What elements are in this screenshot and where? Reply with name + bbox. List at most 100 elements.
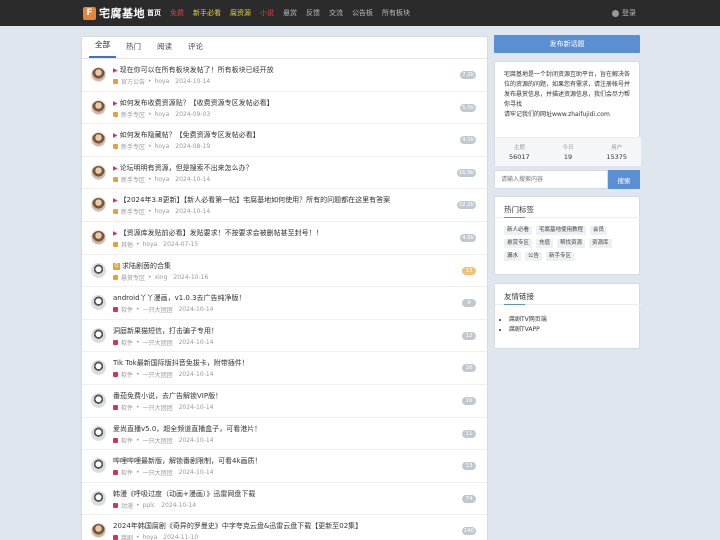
topic-author[interactable]: hoya	[155, 78, 170, 85]
tag-item[interactable]: 资源库	[589, 239, 612, 248]
topic-author[interactable]: 一只大团团	[143, 403, 173, 412]
avatar[interactable]	[91, 327, 106, 343]
tag-item[interactable]: 漏水	[504, 252, 522, 261]
topic-author[interactable]: hoya	[143, 534, 158, 540]
tag-item[interactable]: 宅腐基地使用教程	[536, 226, 587, 235]
avatar[interactable]	[91, 99, 106, 115]
topic-category[interactable]: 软件	[121, 305, 133, 314]
nav-item[interactable]: 交流	[329, 8, 343, 18]
tag-item[interactable]: 新手专区	[546, 252, 575, 261]
topic-author[interactable]: 一只大团团	[143, 468, 173, 477]
nav-item[interactable]: 首页	[147, 8, 161, 18]
topic-category[interactable]: 新手专区	[121, 110, 145, 119]
topic-title[interactable]: Q 求陆剧茵的合集	[113, 261, 171, 271]
tag-item[interactable]: 帮找资源	[557, 239, 586, 248]
avatar[interactable]	[91, 490, 106, 506]
topic-row[interactable]: 哔哩哔哩最新版，解锁番剧限制，可看4k画质！ 软件 • 一只大团团 2024-10-1…	[82, 450, 487, 483]
avatar[interactable]	[91, 262, 106, 278]
topic-category[interactable]: 官方公告	[121, 77, 145, 86]
topic-author[interactable]: hoya	[155, 143, 170, 150]
topic-title[interactable]: ▶ 论坛明明有资源，但是搜索不出来怎么办？	[113, 163, 253, 173]
login-link[interactable]: 登录	[612, 8, 636, 18]
topic-title[interactable]: 洞庭新果猫短信，打击骗子专用！	[113, 326, 218, 336]
tag-item[interactable]: 充值	[536, 239, 554, 248]
topic-title[interactable]: ▶ 如何发布收费资源贴？【收费资源专区发帖必看】	[113, 98, 274, 108]
search-button[interactable]: 搜索	[608, 170, 640, 189]
search-input[interactable]	[494, 170, 608, 189]
friend-link[interactable]: 腐剧TVAPP	[509, 325, 547, 335]
topic-category[interactable]: 软件	[121, 468, 133, 477]
topic-row[interactable]: Tik Tok最新国际版抖音免拔卡，附带插件！ 软件 • 一只大团团 2024-10-…	[82, 352, 487, 385]
topic-category[interactable]: 软件	[121, 370, 133, 379]
topic-author[interactable]: xing	[155, 274, 168, 281]
topic-row[interactable]: 洞庭新果猫短信，打击骗子专用！ 软件 • 一只大团团 2024-10-14 12	[82, 320, 487, 353]
topic-category[interactable]: 新手专区	[121, 207, 145, 216]
topic-title[interactable]: 爱尚直播v5.0，超全频道直播盒子，可看港片！	[113, 424, 261, 434]
avatar[interactable]	[91, 229, 106, 245]
topic-title-text[interactable]: android丫丫漫画，v1.0.3去广告纯净版！	[113, 294, 246, 302]
topic-row[interactable]: ▶ 【资源库发贴前必看】发贴要求！不按要求会被删帖甚至封号！！ 其他 • hoya 20…	[82, 222, 487, 255]
nav-item[interactable]: 腐资源	[230, 8, 251, 18]
topic-row[interactable]: android丫丫漫画，v1.0.3去广告纯净版！ 软件 • 一只大团团 2024-1…	[82, 287, 487, 320]
topic-category[interactable]: 新手专区	[121, 175, 145, 184]
new-topic-button[interactable]: 发布新话题	[494, 35, 640, 53]
topic-row[interactable]: 番茄免费小说，去广告解锁VIP版！ 软件 • 一只大团团 2024-10-14 16	[82, 385, 487, 418]
topic-title[interactable]: ▶ 【资源库发贴前必看】发贴要求！不按要求会被删帖甚至封号！！	[113, 228, 323, 238]
topic-title[interactable]: ▶ 现在你可以在所有板块发帖了！所有板块已经开放	[113, 65, 274, 75]
topic-author[interactable]: 一只大团团	[143, 436, 173, 445]
nav-item[interactable]: 新手必看	[193, 8, 221, 18]
topic-title-text[interactable]: 如何发布隐藏帖？【免费资源专区发帖必看】	[120, 131, 260, 139]
topic-title-text[interactable]: 爱尚直播v5.0，超全频道直播盒子，可看港片！	[113, 425, 261, 433]
nav-item[interactable]: 公告板	[352, 8, 373, 18]
topic-title[interactable]: ▶ 如何发布隐藏帖？【免费资源专区发帖必看】	[113, 130, 260, 140]
nav-item[interactable]: 悬赏	[283, 8, 297, 18]
topic-row[interactable]: 2024年韩国腐剧《奇异的罗曼史》中字夸克云盘&迅雷云盘下载【更新至02集】腐剧…	[82, 515, 487, 540]
topic-title-text[interactable]: 洞庭新果猫短信，打击骗子专用！	[113, 327, 218, 335]
topic-category[interactable]: 软件	[121, 436, 133, 445]
topic-category[interactable]: 腐剧	[121, 533, 133, 540]
topic-row[interactable]: Q 求陆剧茵的合集 悬赏专区 • xing 2024-10-16 13	[82, 255, 487, 288]
topic-row[interactable]: ▶ 【2024年3.8更新】【新人必看第一帖】宅腐基地如何使用？所有的问题都在这里…	[82, 189, 487, 222]
topic-title[interactable]: Tik Tok最新国际版抖音免拔卡，附带插件！	[113, 358, 249, 368]
topic-author[interactable]: hoya	[155, 208, 170, 215]
topic-title-text[interactable]: 韩漫《呼吸过度（动画+漫画）》迅雷网盘下载	[113, 490, 255, 498]
tab-item[interactable]: 评论	[182, 41, 209, 58]
topic-category[interactable]: 软件	[121, 338, 133, 347]
avatar[interactable]	[91, 523, 106, 539]
topic-title-text[interactable]: 论坛明明有资源，但是搜索不出来怎么办？	[120, 164, 253, 172]
avatar[interactable]	[91, 458, 106, 474]
topic-author[interactable]: hoya	[155, 111, 170, 118]
tag-item[interactable]: 新人必看	[504, 226, 533, 235]
avatar[interactable]	[91, 197, 106, 213]
tab-item[interactable]: 全部	[89, 39, 116, 58]
topic-author[interactable]: hoya	[155, 176, 170, 183]
topic-author[interactable]: hoya	[143, 241, 158, 248]
topic-title[interactable]: 哔哩哔哩最新版，解锁番剧限制，可看4k画质！	[113, 456, 262, 466]
topic-row[interactable]: ▶ 现在你可以在所有板块发帖了！所有板块已经开放 官方公告 • hoya 2024-10…	[82, 59, 487, 92]
avatar[interactable]	[91, 67, 106, 82]
tab-item[interactable]: 热门	[120, 41, 147, 58]
nav-item[interactable]: 免费	[170, 8, 184, 18]
topic-title-text[interactable]: 2024年韩国腐剧《奇异的罗曼史》中字夸克云盘&迅雷云盘下载【更新至02集】	[113, 522, 362, 530]
topic-row[interactable]: ▶ 如何发布收费资源贴？【收费资源专区发帖必看】 新手专区 • hoya 2024-09…	[82, 92, 487, 125]
topic-title[interactable]: 2024年韩国腐剧《奇异的罗曼史》中字夸克云盘&迅雷云盘下载【更新至02集】	[113, 521, 362, 531]
tag-item[interactable]: 公告	[525, 252, 543, 261]
topic-author[interactable]: pplc	[143, 502, 156, 509]
topic-title-text[interactable]: 现在你可以在所有板块发帖了！所有板块已经开放	[120, 66, 274, 74]
tag-item[interactable]: 会员	[590, 226, 608, 235]
topic-author[interactable]: 一只大团团	[143, 305, 173, 314]
topic-title[interactable]: 番茄免费小说，去广告解锁VIP版！	[113, 391, 222, 401]
topic-category[interactable]: 其他	[121, 240, 133, 249]
topic-title[interactable]: ▶ 【2024年3.8更新】【新人必看第一帖】宅腐基地如何使用？所有的问题都在这里…	[113, 195, 390, 205]
topic-title-text[interactable]: 哔哩哔哩最新版，解锁番剧限制，可看4k画质！	[113, 457, 262, 465]
tab-item[interactable]: 阅读	[151, 41, 178, 58]
nav-item[interactable]: 小说	[260, 8, 274, 18]
topic-row[interactable]: ▶ 如何发布隐藏帖？【免费资源专区发帖必看】 新手专区 • hoya 2024-08-1…	[82, 124, 487, 157]
topic-author[interactable]: 一只大团团	[143, 370, 173, 379]
topic-title-text[interactable]: 求陆剧茵的合集	[122, 262, 171, 270]
topic-title[interactable]: 韩漫《呼吸过度（动画+漫画）》迅雷网盘下载	[113, 489, 255, 499]
topic-row[interactable]: ▶ 论坛明明有资源，但是搜索不出来怎么办？ 新手专区 • hoya 2024-10-14…	[82, 157, 487, 190]
topic-row[interactable]: 爱尚直播v5.0，超全频道直播盒子，可看港片！ 软件 • 一只大团团 2024-10-…	[82, 418, 487, 451]
topic-row[interactable]: 韩漫《呼吸过度（动画+漫画）》迅雷网盘下载 动漫 • pplc 2024-10-14 7…	[82, 483, 487, 516]
avatar[interactable]	[91, 425, 106, 441]
